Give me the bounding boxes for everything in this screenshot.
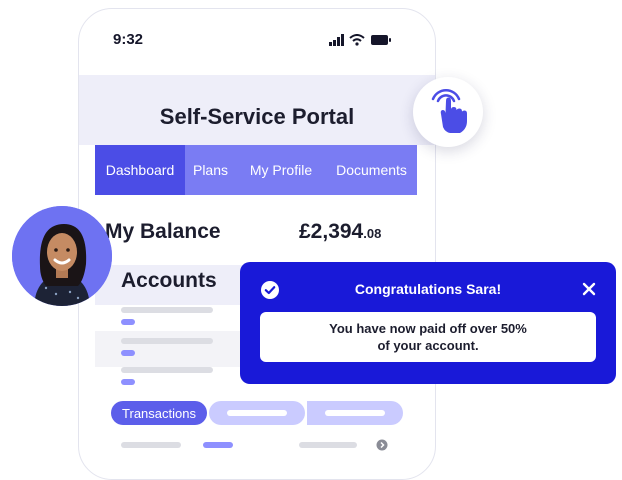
tab-plans[interactable]: Plans xyxy=(185,145,236,195)
accounts-label: Accounts xyxy=(121,269,217,292)
touch-hand-icon xyxy=(431,89,467,133)
tab-bar: Dashboard Plans My Profile Documents xyxy=(95,145,417,195)
list-item-placeholder xyxy=(121,307,213,313)
segment-3-placeholder xyxy=(325,410,385,416)
transaction-chip xyxy=(203,442,233,448)
tab-documents[interactable]: Documents xyxy=(326,145,417,195)
toast-title: Congratulations Sara! xyxy=(354,281,502,297)
balance-pence: .08 xyxy=(363,226,382,241)
list-item-chip xyxy=(121,350,135,356)
wifi-icon xyxy=(349,34,365,46)
signal-icon xyxy=(329,34,344,46)
list-item-placeholder xyxy=(121,367,213,373)
battery-icon xyxy=(371,35,391,45)
list-item-placeholder xyxy=(121,338,213,344)
transaction-placeholder xyxy=(121,442,181,448)
status-icons xyxy=(329,34,391,46)
toast-message-line-2: of your account. xyxy=(377,338,479,353)
balance-pounds: £2,394 xyxy=(299,220,364,243)
close-icon[interactable] xyxy=(582,282,596,296)
touch-badge xyxy=(413,77,483,147)
user-photo xyxy=(12,206,112,306)
toast-message: You have now paid off over 50% of your a… xyxy=(260,312,596,362)
transaction-placeholder xyxy=(299,442,357,448)
balance-value: £2,394.08 xyxy=(299,220,381,244)
list-item-chip xyxy=(121,319,135,325)
segment-transactions[interactable]: Transactions xyxy=(111,401,207,425)
chevron-right-icon[interactable] xyxy=(376,439,388,451)
congrats-toast: Congratulations Sara! You have now paid … xyxy=(240,262,616,384)
page-title: Self-Service Portal xyxy=(159,104,355,129)
balance-label: My Balance xyxy=(105,220,221,243)
status-time: 9:32 xyxy=(113,31,144,48)
tab-my-profile[interactable]: My Profile xyxy=(236,145,326,195)
list-item-highlight xyxy=(95,331,255,367)
list-item-chip xyxy=(121,379,135,385)
tab-dashboard[interactable]: Dashboard xyxy=(95,145,185,195)
avatar xyxy=(12,206,112,306)
toast-message-line-1: You have now paid off over 50% xyxy=(329,321,527,336)
phone-frame: 9:32 Self-Service Portal Dashboard Plans… xyxy=(78,8,436,480)
segment-2-placeholder xyxy=(227,410,287,416)
